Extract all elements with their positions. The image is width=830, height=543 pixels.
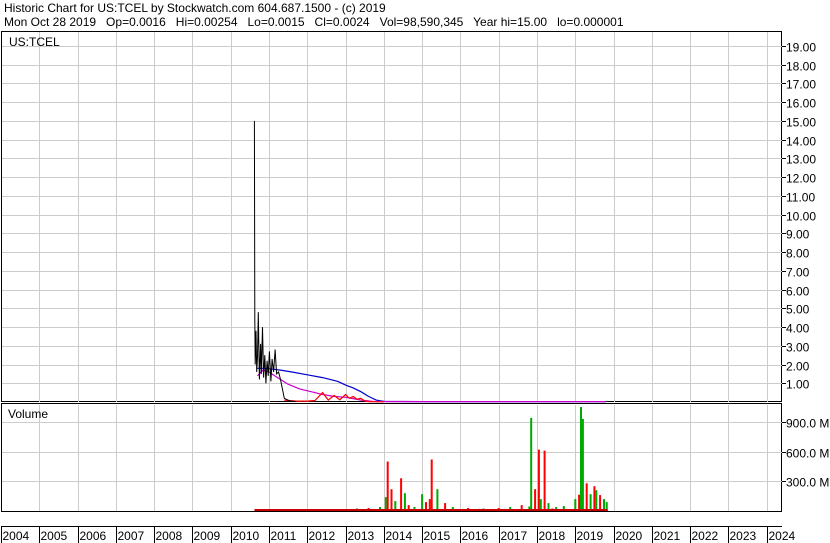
volume-bar (530, 417, 533, 511)
volume-bar (585, 483, 588, 511)
price-tick-label: 6.00 (786, 285, 810, 299)
price-tick-label: 2.00 (786, 360, 810, 374)
volume-bar (543, 450, 546, 511)
year-tick-label: 2016 (462, 529, 489, 543)
price-tick-label: 8.00 (786, 247, 810, 261)
volume-bar (390, 489, 393, 511)
price-tick-label: 17.00 (786, 78, 816, 92)
volume-bar (581, 418, 584, 511)
price-tick-label: 12.00 (786, 172, 816, 186)
year-tick-label: 2022 (692, 529, 719, 543)
year-tick-label: 2014 (386, 529, 413, 543)
volume-panel-title: Volume (8, 407, 48, 421)
year-tick-label: 2007 (118, 529, 145, 543)
volume-bar (386, 461, 389, 511)
stock-chart: 1.00 2.00 3.00 4.00 5.00 6.00 7.00 8.00 9.00 10.0… (1, 31, 829, 543)
year-tick-label: 2005 (41, 529, 68, 543)
price-tick-label: 11.00 (786, 191, 815, 205)
year-tick-label: 2008 (156, 529, 183, 543)
year-tick-label: 2024 (769, 529, 796, 543)
year-tick-label: 2010 (233, 529, 260, 543)
volume-axis-ticks: 300.0 M 600.0 M 900.0 M (782, 417, 829, 490)
volume-tick-label: 300.0 M (786, 476, 829, 490)
price-tick-label: 15.00 (786, 116, 816, 130)
volume-bar (593, 486, 596, 511)
year-tick-label: 2009 (194, 529, 221, 543)
price-tick-label: 13.00 (786, 153, 816, 167)
volume-bar (534, 489, 537, 511)
volume-panel: 300.0 M 600.0 M 900.0 M Volume (1, 403, 829, 512)
price-panel: 1.00 2.00 3.00 4.00 5.00 6.00 7.00 8.00 9.00 10.0… (1, 31, 816, 403)
price-tick-label: 19.00 (786, 41, 816, 55)
year-tick-label: 2011 (271, 529, 297, 543)
price-tick-label: 7.00 (786, 266, 810, 280)
year-tick-label: 2006 (80, 529, 107, 543)
volume-bar (589, 494, 592, 511)
year-axis: 2004 2005 2006 2007 2008 2009 2010 2011 2012 2013… (1, 526, 796, 543)
year-tick-label: 2023 (730, 529, 757, 543)
volume-bar (537, 449, 540, 511)
price-tick-label: 3.00 (786, 341, 810, 355)
price-panel-title: US:TCEL (9, 35, 60, 49)
volume-bar (403, 493, 406, 511)
year-tick-label: 2020 (616, 529, 643, 543)
price-tick-label: 5.00 (786, 303, 810, 317)
volume-bar (580, 407, 582, 511)
volume-bar (599, 495, 602, 511)
price-tick-label: 4.00 (786, 322, 810, 336)
price-tick-label: 1.00 (786, 378, 810, 392)
price-axis-ticks: 1.00 2.00 3.00 4.00 5.00 6.00 7.00 8.00 9.00 10.0… (782, 41, 816, 392)
volume-bar (595, 490, 598, 511)
year-tick-label: 2012 (309, 529, 336, 543)
price-tick-label: 14.00 (786, 135, 816, 149)
year-tick-label: 2013 (348, 529, 375, 543)
volume-bar (436, 489, 439, 511)
price-tick-label: 9.00 (786, 228, 810, 242)
volume-bar (578, 494, 581, 511)
year-tick-label: 2019 (577, 529, 604, 543)
volume-bar (384, 497, 387, 511)
price-tick-label: 10.00 (786, 210, 816, 224)
volume-tick-label: 600.0 M (786, 447, 829, 461)
year-tick-label: 2004 (3, 529, 30, 543)
year-tick-label: 2021 (654, 529, 681, 543)
price-tick-label: 18.00 (786, 60, 816, 74)
year-tick-label: 2015 (424, 529, 451, 543)
volume-bar (430, 459, 433, 511)
price-tick-label: 16.00 (786, 97, 816, 111)
year-axis-ticks: 2004 2005 2006 2007 2008 2009 2010 2011 2012 2013… (1, 527, 796, 543)
volume-bar (400, 478, 403, 511)
year-tick-label: 2017 (501, 529, 528, 543)
year-tick-label: 2018 (539, 529, 566, 543)
volume-bar (421, 494, 424, 511)
volume-tick-label: 900.0 M (786, 417, 829, 431)
